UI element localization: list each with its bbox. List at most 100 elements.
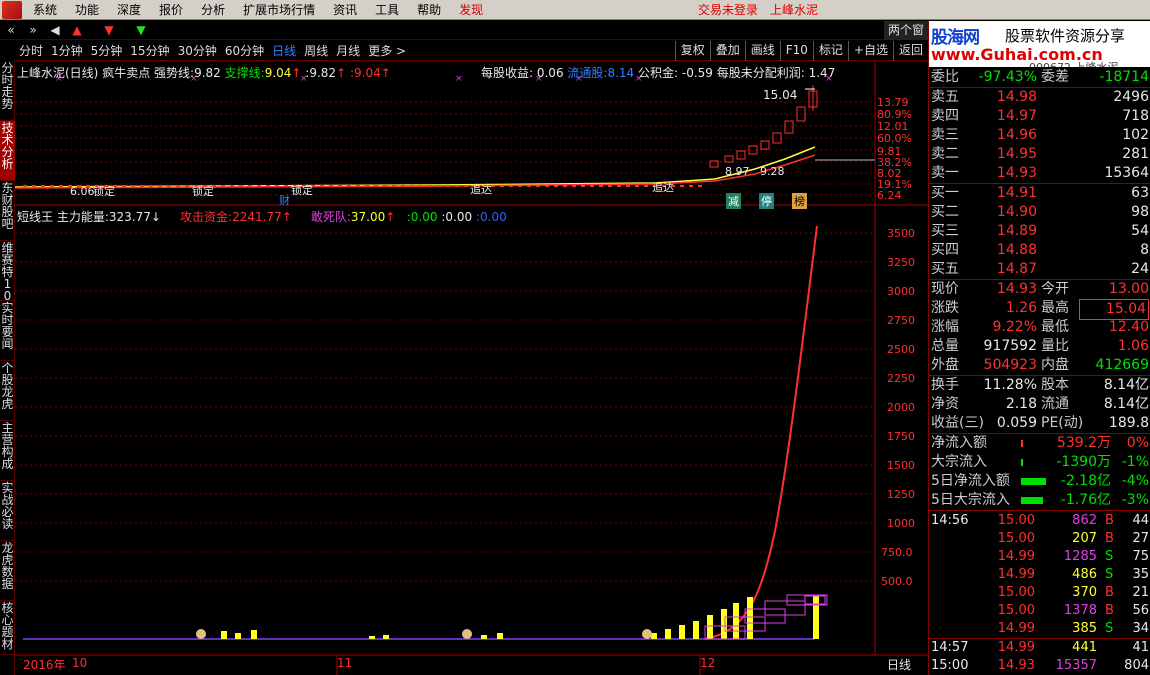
ask-volume: 102 xyxy=(1122,127,1149,143)
tool-button[interactable]: F10 xyxy=(779,41,813,61)
quote-panel: 股海网 股票软件资源分享 www.Guhai.com.cn 000672 上峰水… xyxy=(928,21,1150,675)
tool-button[interactable]: 叠加 xyxy=(709,41,745,61)
ask-price[interactable]: 14.98 xyxy=(969,88,1037,107)
ask-price[interactable]: 14.93 xyxy=(969,164,1037,183)
left-tab[interactable]: 技术分析 xyxy=(0,121,15,181)
tick-count: 35 xyxy=(1132,567,1149,582)
stat-value: 8.14亿 xyxy=(1103,396,1149,412)
kline-chart[interactable]: × × × × × × × × 上峰水泥(日线) 疯牛卖点 强势线:9.82 支撑线:9.04… xyxy=(15,61,928,675)
left-tab[interactable]: 维赛特10 xyxy=(0,241,15,302)
window-mode-label[interactable]: 两个窗 xyxy=(884,21,928,40)
period-tab[interactable]: 更多 > xyxy=(364,42,410,59)
signal-marker: × xyxy=(455,74,463,84)
menu-item[interactable]: 发现 xyxy=(450,0,492,20)
stat-row: 换手 11.28% 股本 8.14亿 xyxy=(929,376,1150,395)
left-tab[interactable]: 分时走势 xyxy=(0,61,15,121)
period-tab[interactable]: 日线 xyxy=(268,42,300,59)
volume-bar xyxy=(721,609,727,639)
bid-price[interactable]: 14.91 xyxy=(969,184,1037,203)
badge-ting[interactable]: 停 xyxy=(759,193,774,209)
weicha-label: 委差 xyxy=(1041,69,1069,85)
menu-item[interactable]: 扩展市场行情 xyxy=(234,0,324,20)
attack-value: 2241.77 xyxy=(232,210,282,224)
money-bag-icon xyxy=(462,629,472,639)
left-tab[interactable]: 东财股吧 xyxy=(0,181,15,241)
stat-label: 换手 xyxy=(931,377,959,393)
menu-item[interactable]: 报价 xyxy=(150,0,192,20)
sub-tick-label: 3250 xyxy=(887,256,915,269)
left-tab[interactable]: 主营构成 xyxy=(0,421,15,481)
ask-price[interactable]: 14.95 xyxy=(969,145,1037,164)
tool-button[interactable]: 返回 xyxy=(892,41,928,61)
tag-1: 锁定 xyxy=(93,185,115,198)
period-tab[interactable]: 分时 xyxy=(15,42,47,59)
tick-price: 15.00 xyxy=(997,603,1035,618)
flow-value: 539.2万 xyxy=(1056,435,1111,451)
candle xyxy=(347,185,351,187)
stat-value: 12.40 xyxy=(1108,319,1149,335)
forward-double-icon[interactable]: » xyxy=(22,22,44,39)
candle xyxy=(410,185,414,187)
prev-icon[interactable]: ◀ xyxy=(44,22,66,39)
sub-info-line: 短线王 主力能量:323.77↓ 攻击资金:2241.77↑ 敢死队:37.00… xyxy=(17,210,507,224)
left-tab[interactable]: 核心题材 xyxy=(0,601,15,655)
tick-row: 14:57 14.99 441 41 xyxy=(929,639,1150,657)
bid-price[interactable]: 14.90 xyxy=(969,203,1037,222)
tick-count: 34 xyxy=(1132,621,1149,636)
menu-item[interactable]: 深度 xyxy=(108,0,150,20)
tool-button[interactable]: 复权 xyxy=(674,41,710,61)
candle xyxy=(284,185,288,187)
left-tab[interactable]: 龙虎数据 xyxy=(0,541,15,601)
menu-item[interactable]: 系统 xyxy=(24,0,66,20)
period-tab[interactable]: 1分钟 xyxy=(47,42,87,59)
period-tab[interactable]: 月线 xyxy=(332,42,364,59)
up-arrow-icon[interactable]: ▲ xyxy=(66,22,88,39)
zero-1: :0.00 xyxy=(406,210,438,224)
tool-button[interactable]: 标记 xyxy=(812,41,848,61)
strong-line xyxy=(15,146,816,188)
stat-label: 总量 xyxy=(931,338,959,354)
back-double-icon[interactable]: « xyxy=(0,22,22,39)
login-status[interactable]: 交易未登录 xyxy=(698,0,758,20)
menu-item[interactable]: 资讯 xyxy=(324,0,366,20)
candle xyxy=(446,185,450,187)
support-line xyxy=(15,154,816,189)
period-tab[interactable]: 15分钟 xyxy=(126,42,173,59)
menu-item[interactable]: 工具 xyxy=(366,0,408,20)
menu-item[interactable]: 功能 xyxy=(66,0,108,20)
tool-button[interactable]: +自选 xyxy=(847,41,893,61)
volume-bar xyxy=(221,631,227,639)
bid-price[interactable]: 14.88 xyxy=(969,241,1037,260)
flow-row: 净流入额 539.2万 0% xyxy=(929,434,1150,453)
candle xyxy=(437,185,441,187)
tick-volume: 1285 xyxy=(1063,549,1097,564)
green-down-icon[interactable]: ▼ xyxy=(130,22,152,39)
badge-jian[interactable]: 减 xyxy=(726,193,741,209)
bid-price[interactable]: 14.87 xyxy=(969,260,1037,279)
tool-button[interactable]: 画线 xyxy=(744,41,780,61)
ask-price[interactable]: 14.96 xyxy=(969,126,1037,145)
left-tab[interactable]: 实战必读 xyxy=(0,481,15,541)
stat-row: 收益(三) 0.059 PE(动) 189.8 xyxy=(929,414,1150,433)
ad-banner[interactable]: 股海网 股票软件资源分享 www.Guhai.com.cn 000672 上峰水… xyxy=(929,21,1150,67)
menu-item[interactable]: 帮助 xyxy=(408,0,450,20)
bid-volume: 98 xyxy=(1131,204,1149,220)
stat-value: 14.93 xyxy=(996,281,1037,297)
period-tab[interactable]: 60分钟 xyxy=(221,42,268,59)
period-tab[interactable]: 5分钟 xyxy=(87,42,127,59)
menu-item[interactable]: 分析 xyxy=(192,0,234,20)
down-arrow-icon[interactable]: ▼ xyxy=(98,22,120,39)
ask-price[interactable]: 14.97 xyxy=(969,107,1037,126)
badge-bang[interactable]: 榜 xyxy=(792,193,807,209)
badge-cai[interactable]: 财 xyxy=(279,192,290,208)
period-tab[interactable]: 30分钟 xyxy=(174,42,221,59)
bid-price[interactable]: 14.89 xyxy=(969,222,1037,241)
left-tab[interactable]: 实时要闻 xyxy=(0,301,15,361)
period-indicator[interactable]: 日线 xyxy=(887,656,911,673)
left-tab[interactable]: 个股龙虎 xyxy=(0,361,15,421)
candle xyxy=(257,185,261,187)
reserve-text: 公积金: -0.59 xyxy=(638,66,713,80)
time-axis-dec: 12 xyxy=(700,656,716,670)
bid-label: 买三 xyxy=(931,223,959,239)
period-tab[interactable]: 周线 xyxy=(300,42,332,59)
